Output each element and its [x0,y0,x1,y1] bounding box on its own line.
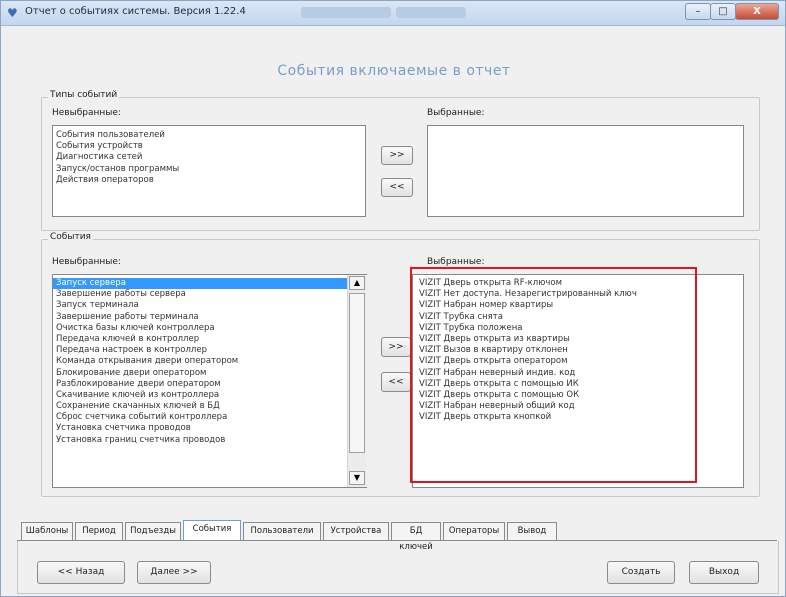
list-item[interactable]: VIZIT Трубка снята [416,312,743,323]
events-unselected-list[interactable]: Запуск сервера Завершение работы сервера З… [52,274,367,488]
list-item[interactable]: VIZIT Нет доступа. Незарегистрированный … [416,289,743,300]
blurred-title-region [396,7,466,18]
list-item[interactable]: Команда открывания двери оператором [53,356,348,367]
list-item[interactable]: VIZIT Дверь открыта из квартиры [416,334,743,345]
types-selected-list[interactable] [427,125,744,217]
tab-5[interactable]: Пользователи [243,522,321,540]
minimize-button[interactable]: – [685,3,711,20]
scroll-up-arrow-icon[interactable]: ▲ [349,276,365,290]
events-add-button[interactable]: >> [381,337,411,357]
list-item[interactable]: Скачивание ключей из контроллера [53,390,348,401]
next-button[interactable]: Далее >> [137,561,211,584]
list-item[interactable]: VIZIT Набран номер квартиры [416,300,743,311]
list-item[interactable]: Запуск терминала [53,300,348,311]
tab-1[interactable]: Шаблоны [21,522,73,540]
app-heart-icon: ♥ [7,6,18,20]
list-item[interactable]: VIZIT Дверь открыта с помощью ОК [416,390,743,401]
scrollbar-thumb[interactable] [349,293,365,453]
events-unselected-label: Невыбранные: [52,257,121,267]
list-item[interactable]: VIZIT Дверь открыта оператором [416,356,743,367]
list-item[interactable]: Действия операторов [53,175,365,186]
types-remove-button[interactable]: << [381,178,413,197]
list-item[interactable]: Очистка базы ключей контроллера [53,323,348,334]
tab-8[interactable]: Операторы [443,522,505,540]
list-item[interactable]: События устройств [53,141,365,152]
maximize-button[interactable]: □ [710,3,736,20]
window-title: Отчет о событиях системы. Версия 1.22.4 [25,6,246,17]
list-item[interactable]: VIZIT Дверь открыта кнопкой [416,412,743,423]
page-heading: События включаемые в отчет [277,63,511,79]
create-button[interactable]: Создать [607,561,675,584]
event-types-legend: Типы событий [48,90,120,100]
types-unselected-list[interactable]: События пользователей События устройств Ди… [52,125,366,217]
exit-button[interactable]: Выход [689,561,759,584]
types-selected-label: Выбранные: [427,108,485,118]
list-item[interactable]: Завершение работы терминала [53,312,348,323]
list-item[interactable]: Диагностика сетей [53,152,365,163]
list-item[interactable]: Блокирование двери оператором [53,368,348,379]
list-item[interactable]: Сброс счетчика событий контроллера [53,412,348,423]
list-item[interactable]: Завершение работы сервера [53,289,348,300]
list-item[interactable]: События пользователей [53,130,365,141]
events-remove-button[interactable]: << [381,372,411,392]
list-item[interactable]: VIZIT Вызов в квартиру отклонен [416,345,743,356]
list-item[interactable]: Установка счетчика проводов [53,423,348,434]
events-selected-list[interactable]: VIZIT Дверь открыта RF-ключом VIZIT Нет д… [412,274,744,488]
list-item[interactable]: VIZIT Набран неверный общий код [416,401,743,412]
scroll-down-arrow-icon[interactable]: ▼ [349,471,365,485]
events-selected-label: Выбранные: [427,257,485,267]
list-item[interactable]: Передача настроек в контроллер [53,345,348,356]
blurred-title-region [301,7,391,18]
list-item[interactable]: Сохранение скачанных ключей в БД [53,401,348,412]
list-item[interactable]: Запуск сервера [53,278,348,290]
events-legend: События [48,232,93,242]
events-unselected-scrollbar[interactable]: ▲ ▼ [347,275,367,487]
tab-4[interactable]: События [183,520,241,541]
types-unselected-label: Невыбранные: [52,108,121,118]
close-button[interactable]: X [735,3,779,20]
list-item[interactable]: VIZIT Набран неверный индив. код [416,368,743,379]
list-item[interactable]: Разблокирование двери оператором [53,379,348,390]
title-bar: ♥ Отчет о событиях системы. Версия 1.22.… [1,1,785,26]
main-window: ♥ Отчет о событиях системы. Версия 1.22.… [0,0,786,597]
tab-2[interactable]: Период [75,522,123,540]
list-item[interactable]: VIZIT Дверь открыта с помощью ИК [416,379,743,390]
back-button[interactable]: << Назад [37,561,125,584]
list-item[interactable]: Передача ключей в контроллер [53,334,348,345]
list-item[interactable]: Запуск/останов программы [53,164,365,175]
types-add-button[interactable]: >> [381,146,413,165]
list-item[interactable]: VIZIT Дверь открыта RF-ключом [416,278,743,289]
tab-7[interactable]: БД ключей [391,522,441,552]
tab-3[interactable]: Подъезды [125,522,181,540]
tab-6[interactable]: Устройства [323,522,389,540]
list-item[interactable]: VIZIT Трубка положена [416,323,743,334]
list-item[interactable]: Установка границ счетчика проводов [53,435,348,446]
tab-9[interactable]: Вывод [507,522,557,540]
